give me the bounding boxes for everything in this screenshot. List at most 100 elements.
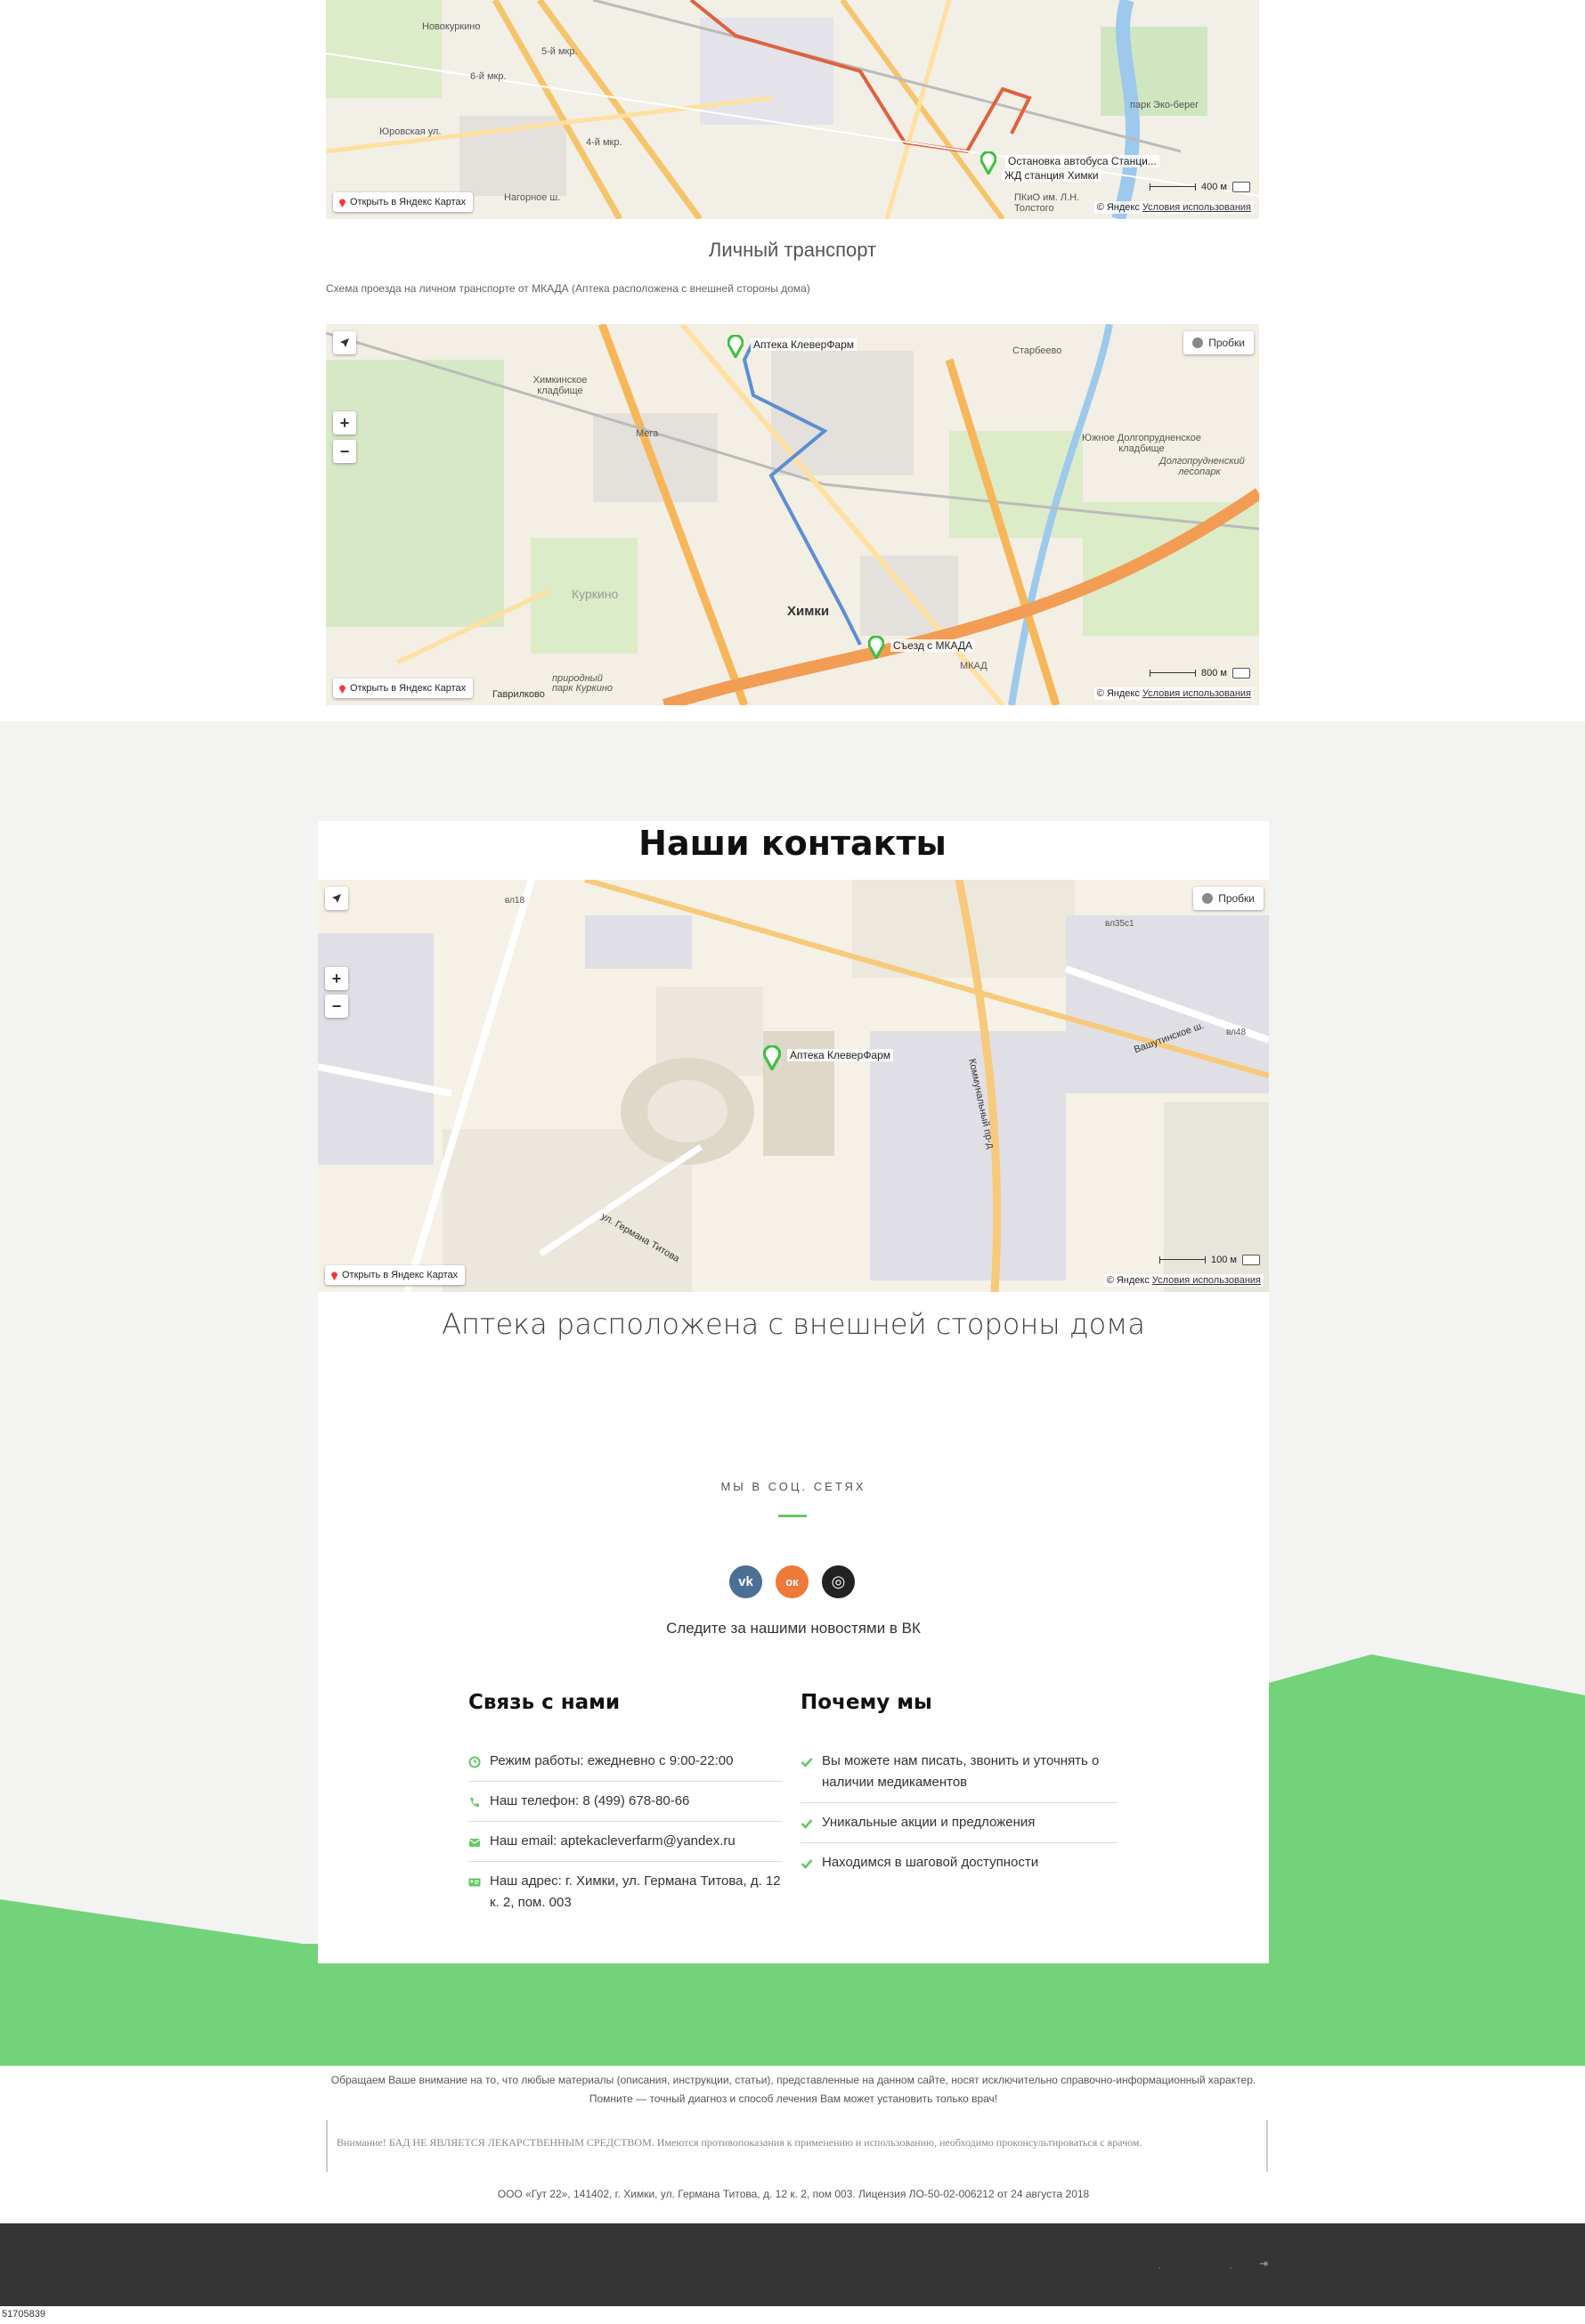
terms-link[interactable]: Условия использования <box>1142 688 1251 699</box>
map-label: Куркино <box>572 587 619 601</box>
footer-counter-icon[interactable]: · <box>1229 2261 1232 2273</box>
zoom-out-button[interactable]: − <box>333 440 356 463</box>
list-item: Уникальные акции и предложения <box>801 1803 1118 1843</box>
zoom-in-button[interactable]: + <box>333 411 356 435</box>
social-divider <box>778 1515 807 1517</box>
contacts-title: Наши контакты <box>638 824 947 863</box>
map-label: Нагорное ш. <box>504 192 561 203</box>
phone-text: Наш телефон: 8 (499) 678-80-66 <box>490 1793 690 1808</box>
traffic-button[interactable]: Пробки <box>1193 887 1264 910</box>
geolocation-button[interactable] <box>333 331 356 354</box>
open-in-yandex-button[interactable]: Открыть в Яндекс Картах <box>333 679 474 698</box>
clock-icon <box>468 1756 481 1768</box>
map-label: Химки <box>787 604 830 619</box>
personal-transport-title: Личный транспорт <box>708 239 877 261</box>
social-note: Следите за нашими новостями в ВК <box>666 1620 921 1637</box>
social-icons: vk ок ◎ <box>729 1565 855 1598</box>
list-item: Вы можете нам писать, звонить и уточнять… <box>801 1742 1118 1803</box>
marker-label-mkad-exit: Съезд с МКАДА <box>890 639 976 652</box>
working-hours-text: Режим работы: ежедневно с 9:00-22:00 <box>490 1753 734 1768</box>
map-contacts[interactable]: Коммунальный пр-д ул. Германа Титова Ваш… <box>318 880 1269 1292</box>
map-pin-icon <box>331 1272 337 1280</box>
zoom-in-button[interactable]: + <box>325 967 348 990</box>
map-label: Старбеево <box>1012 345 1062 356</box>
traffic-button[interactable]: Пробки <box>1183 331 1254 354</box>
list-item[interactable]: Наш email: aptekacleverfarm@yandex.ru <box>468 1822 783 1862</box>
legal-info: ООО «Гут 22», 141402, г. Химки, ул. Герм… <box>497 2188 1090 2200</box>
map-pin-icon <box>339 199 345 207</box>
traffic-icon <box>1192 337 1204 348</box>
map-label: 5-й мкр. <box>541 46 578 57</box>
map-label: вл18 <box>505 896 525 906</box>
odnoklassniki-icon[interactable]: ок <box>776 1565 809 1598</box>
map-label: Южное Долгопрудненское кладбище <box>1081 433 1202 454</box>
address-card-icon <box>468 1878 481 1887</box>
traffic-icon <box>1202 893 1214 904</box>
scale-label: 400 м <box>1201 182 1227 192</box>
footer-bar: · · ⇥ <box>0 2223 1585 2306</box>
copyright-text: © Яндекс <box>1096 688 1140 699</box>
footer-login-icon[interactable]: ⇥ <box>1259 2257 1268 2270</box>
why-us-text: Уникальные акции и предложения <box>822 1815 1036 1830</box>
marker-icon[interactable] <box>763 1045 781 1070</box>
map-tiles <box>326 324 1259 705</box>
map-label: Новокуркино <box>422 21 481 32</box>
geolocation-icon <box>332 894 341 903</box>
open-in-yandex-label: Открыть в Яндекс Картах <box>350 197 467 207</box>
traffic-label: Пробки <box>1218 892 1255 905</box>
pharmacy-location-note: Аптека расположена с внешней стороны дом… <box>442 1307 1145 1341</box>
footer-disclaimer: Обращаем Ваше внимание на то, что любые … <box>318 2071 1269 2109</box>
instagram-icon[interactable]: ◎ <box>822 1565 855 1598</box>
marker-label-pharmacy: Аптека КлеверФарм <box>787 1049 894 1061</box>
map-copyright: © Яндекс Условия использования <box>1093 201 1254 214</box>
open-in-yandex-label: Открыть в Яндекс Картах <box>342 1270 459 1280</box>
email-text: Наш email: aptekacleverfarm@yandex.ru <box>490 1833 736 1849</box>
list-item: Наш адрес: г. Химки, ул. Германа Титова,… <box>468 1862 783 1922</box>
copyright-text: © Яндекс <box>1106 1275 1150 1286</box>
geolocation-button[interactable] <box>325 887 348 910</box>
map-tiles <box>318 880 1269 1292</box>
map-scale: 400 м <box>1150 182 1250 192</box>
disclaimer-line: Помните — точный диагноз и способ лечени… <box>589 2092 998 2105</box>
ruler-icon[interactable] <box>1242 1255 1260 1265</box>
checkmark-icon <box>801 1758 813 1767</box>
open-in-yandex-button[interactable]: Открыть в Яндекс Картах <box>333 192 474 212</box>
terms-link[interactable]: Условия использования <box>1152 1275 1261 1286</box>
why-us-title: Почему мы <box>801 1691 932 1714</box>
terms-link[interactable]: Условия использования <box>1142 202 1251 213</box>
ruler-icon[interactable] <box>1232 668 1250 679</box>
map-label: 6-й мкр. <box>470 71 507 82</box>
marker-icon[interactable] <box>868 636 884 659</box>
phone-icon <box>470 1798 479 1808</box>
social-section-label: мы в соц. сетях <box>720 1480 866 1493</box>
map-label: Юровская ул. <box>379 126 442 137</box>
map-scale: 800 м <box>1150 668 1250 679</box>
map-personal-transport[interactable]: Старбеево Химкинское кладбище Мега Химки… <box>326 324 1259 705</box>
ruler-icon[interactable] <box>1232 182 1250 192</box>
why-us-text: Вы можете нам писать, звонить и уточнять… <box>822 1753 1100 1790</box>
marker-icon[interactable] <box>980 151 996 175</box>
marker-label-bus-stop: Остановка автобуса Станци... <box>1005 155 1159 167</box>
checkmark-icon <box>801 1859 813 1869</box>
map-label: вл48 <box>1226 1028 1247 1037</box>
geolocation-icon <box>340 338 349 347</box>
list-item[interactable]: Наш телефон: 8 (499) 678-80-66 <box>468 1782 783 1822</box>
contact-column-title: Связь с нами <box>468 1691 621 1714</box>
vk-icon[interactable]: vk <box>729 1565 762 1598</box>
map-public-transport[interactable]: Новокуркино 5-й мкр. 6-й мкр. 4-й мкр. Ю… <box>326 0 1259 219</box>
marker-label-train-station: ЖД станция Химки <box>1002 169 1101 182</box>
list-item: Находимся в шаговой доступности <box>801 1843 1118 1882</box>
page-id: 51705839 <box>0 2308 47 2320</box>
marker-icon[interactable] <box>727 335 744 358</box>
scale-label: 800 м <box>1201 668 1227 679</box>
map-label: 4-й мкр. <box>586 137 622 148</box>
zoom-out-button[interactable]: − <box>325 995 348 1018</box>
map-label: природный парк Куркино <box>552 673 613 694</box>
email-icon <box>468 1839 481 1847</box>
contact-list: Режим работы: ежедневно с 9:00-22:00 Наш… <box>468 1742 783 1922</box>
footer-counter-icon[interactable]: · <box>1158 2261 1161 2273</box>
open-in-yandex-button[interactable]: Открыть в Яндекс Картах <box>325 1265 466 1285</box>
marker-label-pharmacy: Аптека КлеверФарм <box>751 338 858 351</box>
copyright-text: © Яндекс <box>1096 202 1140 213</box>
map-label: парк Эко-берег <box>1130 100 1199 110</box>
